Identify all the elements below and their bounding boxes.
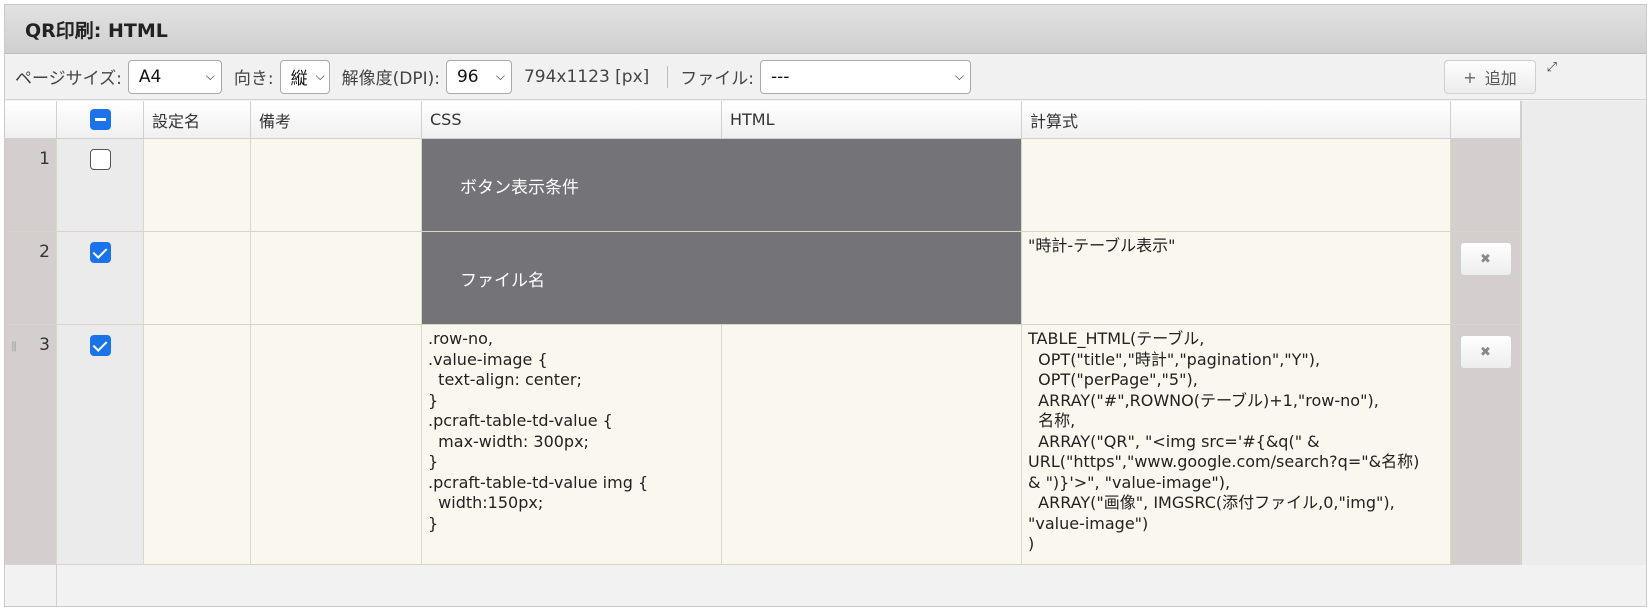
merged-css-html-cell[interactable]: ファイル名 [422,232,1022,324]
html-cell[interactable] [722,325,1022,564]
formula-text: TABLE_HTML(テーブル, OPT("title","時計","pagin… [1028,329,1420,553]
header-html[interactable]: HTML [722,101,1022,138]
action-cell: ✖ [1451,325,1521,564]
table-header: 設定名 備考 CSS HTML 計算式 [5,101,1521,139]
setting-name-cell[interactable] [144,232,251,324]
row-checkbox-cell [57,325,144,564]
row-checkbox[interactable] [89,335,111,356]
row-checkbox-cell [57,232,144,324]
action-cell: ✖ [1451,232,1521,324]
drag-handle-icon[interactable]: ||| [11,341,17,352]
row-number: 3 [39,335,50,355]
dpi-label: 解像度(DPI): [341,69,440,89]
action-cell [1451,139,1521,231]
file-value: --- [771,66,790,87]
file-label: ファイル: [680,69,755,89]
delete-row-button[interactable]: ✖ [1459,335,1512,369]
right-gutter [1521,101,1646,565]
chevron-down-icon: ⌵ [954,69,965,83]
close-icon: ✖ [1480,344,1491,360]
orientation-label: 向き: [233,69,274,89]
window-title: QR印刷: HTML [25,19,168,42]
page-size-value: A4 [138,66,162,87]
add-button-label: 追加 [1484,69,1517,88]
toolbar-divider [667,65,669,88]
formula-text: "時計-テーブル表示" [1028,236,1176,255]
css-code: .row-no, .value-image { text-align: cent… [428,329,649,533]
merged-css-html-cell[interactable]: ボタン表示条件 [422,139,1022,231]
page-dimensions: 794x1123 [px] [523,66,650,87]
merged-cell-text: ボタン表示条件 [460,177,579,198]
table-footer [5,565,1646,606]
expand-icon[interactable]: ⤢ [1547,60,1557,75]
formula-cell[interactable] [1022,139,1451,231]
settings-table: 設定名 備考 CSS HTML 計算式 1 ボタン表示条件 2 ファイル名 "時… [5,101,1521,565]
chevron-down-icon: ⌵ [495,69,505,83]
plus-icon: + [1463,67,1477,87]
table-row: ||| 3 .row-no, .value-image { text-align… [5,325,1521,565]
css-cell[interactable]: .row-no, .value-image { text-align: cent… [422,325,722,564]
toolbar: ページサイズ: A4 ⌵ 向き: 縦 ⌵ 解像度(DPI): 96 ⌵ 794x… [5,54,1646,100]
page-size-select[interactable]: A4 ⌵ [127,59,222,94]
title-bar: QR印刷: HTML [5,5,1646,54]
header-actions [1451,101,1521,138]
note-cell[interactable] [251,139,422,231]
header-formula[interactable]: 計算式 [1022,101,1451,138]
file-select[interactable]: --- ⌵ [760,59,972,94]
formula-cell[interactable]: "時計-テーブル表示" [1022,232,1451,324]
setting-name-cell[interactable] [144,139,251,231]
note-cell[interactable] [251,325,422,564]
header-setting-name[interactable]: 設定名 [144,101,251,138]
header-note[interactable]: 備考 [251,101,422,138]
dpi-value: 96 [456,66,479,87]
orientation-select[interactable]: 縦 ⌵ [279,59,330,94]
setting-name-cell[interactable] [144,325,251,564]
footer-row-number-column [5,565,57,606]
header-css[interactable]: CSS [422,101,722,138]
orientation-value: 縦 [290,69,308,89]
select-all-checkbox[interactable] [89,109,111,130]
row-number: 1 [5,139,57,231]
dpi-select[interactable]: 96 ⌵ [445,59,512,94]
row-number: 2 [5,232,57,324]
delete-row-button[interactable]: ✖ [1459,242,1512,276]
app-window: QR印刷: HTML ページサイズ: A4 ⌵ 向き: 縦 ⌵ 解像度(DPI)… [4,4,1647,607]
row-checkbox[interactable] [89,149,111,170]
row-checkbox-cell [57,139,144,231]
row-number-cell: ||| 3 [5,325,57,564]
add-button[interactable]: + 追加 [1444,60,1536,94]
chevron-down-icon: ⌵ [205,69,215,83]
select-all-cell [57,101,144,138]
formula-cell[interactable]: TABLE_HTML(テーブル, OPT("title","時計","pagin… [1022,325,1451,564]
header-row-number [5,101,57,138]
row-checkbox[interactable] [89,242,111,263]
note-cell[interactable] [251,232,422,324]
close-icon: ✖ [1480,251,1491,267]
chevron-down-icon: ⌵ [315,69,325,83]
table-row: 1 ボタン表示条件 [5,139,1521,232]
table-row: 2 ファイル名 "時計-テーブル表示" ✖ [5,232,1521,325]
merged-cell-text: ファイル名 [460,270,545,291]
page-size-label: ページサイズ: [15,69,122,89]
